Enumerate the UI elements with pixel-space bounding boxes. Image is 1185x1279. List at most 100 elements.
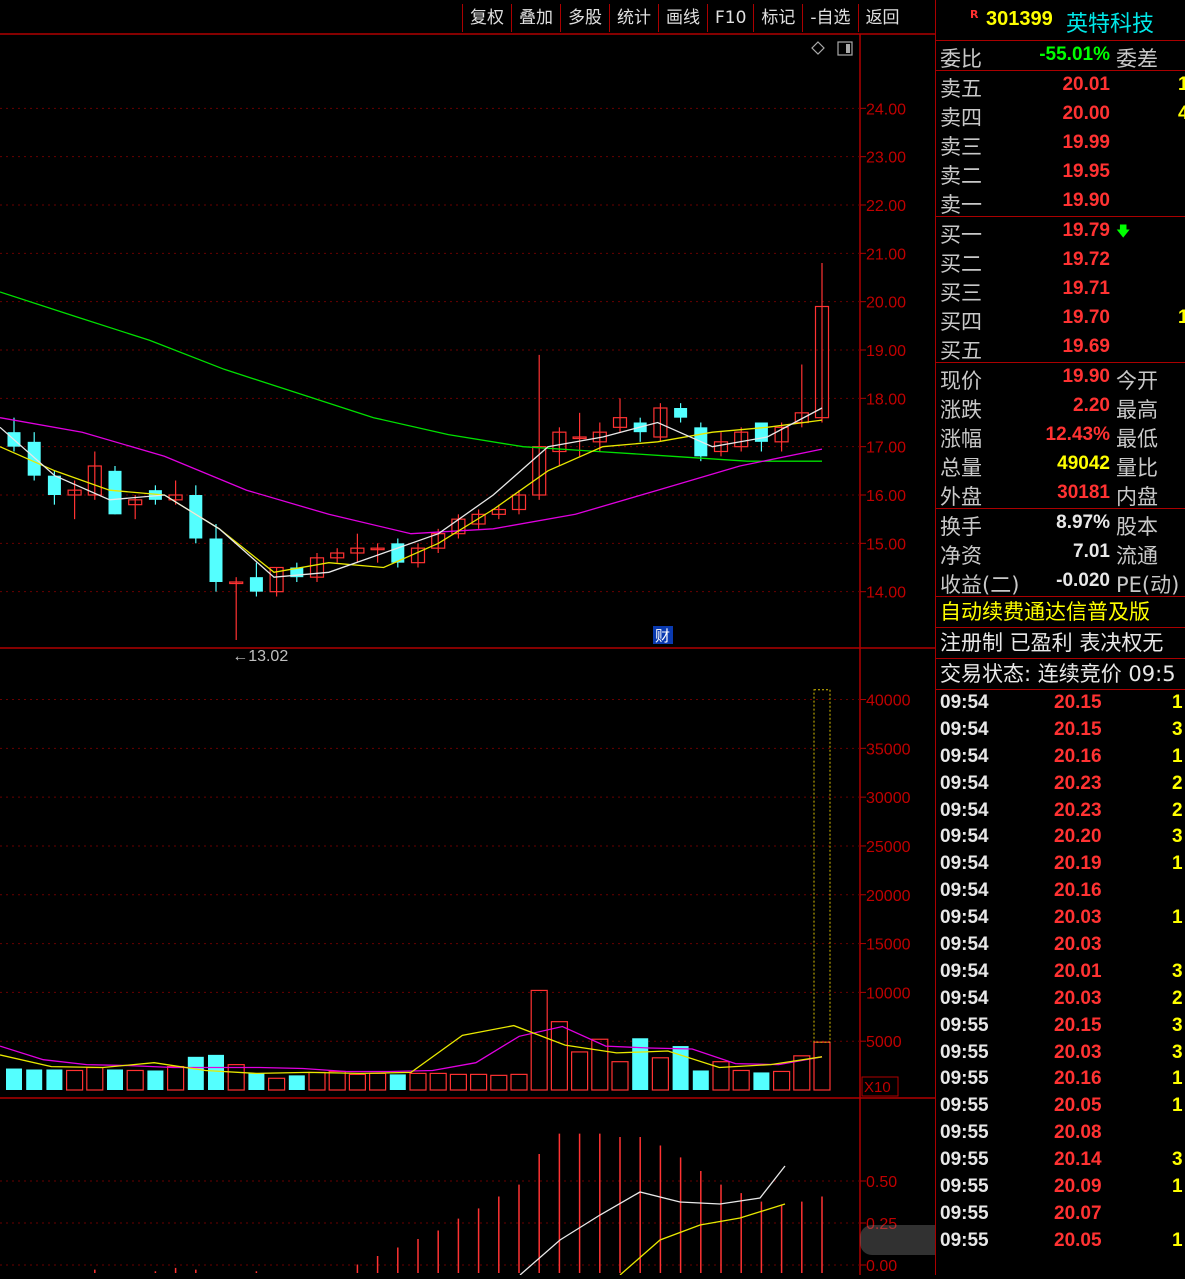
- volume-bar: [490, 1074, 508, 1091]
- tick-row: 09:55 20.08: [936, 1120, 1185, 1147]
- bid-row[interactable]: 买一 19.79 🡇: [936, 217, 1185, 247]
- tick-volume: 2: [1172, 799, 1183, 821]
- candle-body-down: [108, 470, 122, 515]
- tick-volume: 1: [1172, 853, 1183, 875]
- volume-bar: [248, 1073, 265, 1090]
- volume-bar: [65, 1069, 84, 1091]
- kline-chart[interactable]: 24.00 23.00 22.00 21.00 20.00 19.00 18.00 17.00…: [0, 0, 1120, 1276]
- level-price: 19.79: [1062, 220, 1110, 241]
- tick-price: 20.23: [1054, 799, 1102, 821]
- tick-price: 20.23: [1054, 772, 1102, 794]
- tick-price: 20.16: [1054, 1068, 1102, 1090]
- level-volume: 4: [1178, 103, 1185, 125]
- stat-label: 总量: [940, 456, 982, 480]
- toolbar-button-4[interactable]: 画线: [658, 4, 707, 32]
- volume-bar: [530, 989, 548, 1091]
- stat-value: 2.20: [1073, 395, 1110, 416]
- tick-row: 09:54 20.03: [936, 932, 1185, 959]
- tick-row: 09:54 20.16 1: [936, 744, 1185, 771]
- ask-row[interactable]: 卖三 19.99: [936, 129, 1185, 159]
- tick-row: 09:54 20.15 3: [936, 717, 1185, 744]
- toolbar-button-2[interactable]: 多股: [560, 4, 609, 32]
- volume-bar: [570, 1051, 589, 1091]
- tick-price: 20.03: [1054, 1041, 1102, 1063]
- stat-value: 49042: [1057, 453, 1110, 474]
- stock-name[interactable]: 英特科技: [1066, 6, 1154, 38]
- ratio-value: -55.01%: [1039, 44, 1110, 65]
- tick-row: 09:54 20.23 2: [936, 771, 1185, 798]
- tick-row: 09:54 20.20 3: [936, 824, 1185, 851]
- volume-bar: [550, 1021, 569, 1091]
- volume-bar: [510, 1073, 528, 1091]
- tick-list[interactable]: 09:54 20.15 1 09:54 20.15 3 09:54 20.16 1 09:54 20…: [936, 690, 1185, 1255]
- stock-tags: 注册制 已盈利 表决权无: [936, 628, 1185, 659]
- volume-bar: [86, 1066, 104, 1091]
- level-price: 19.72: [1062, 249, 1110, 270]
- tick-volume: 1: [1172, 1068, 1183, 1090]
- stat-value: 19.90: [1062, 366, 1110, 387]
- ask-row[interactable]: 卖一 19.90: [936, 187, 1185, 217]
- candle-body-down: [47, 475, 61, 495]
- stat-label: 收益(二): [940, 573, 1020, 597]
- volume-bar: [26, 1069, 43, 1090]
- tick-price: 20.07: [1054, 1202, 1102, 1224]
- volume-bar: [611, 1061, 629, 1091]
- level-label: 卖四: [940, 106, 982, 130]
- volume-bar: [632, 1038, 649, 1090]
- volume-bar: [227, 1064, 245, 1091]
- volume-bar: [692, 1070, 709, 1090]
- tick-row: 09:54 20.23 2: [936, 798, 1185, 825]
- tick-time: 09:54: [940, 718, 989, 740]
- bid-row[interactable]: 买五 19.69: [936, 333, 1185, 363]
- stock-code[interactable]: 301399: [986, 8, 1053, 31]
- volume-tick-label: 25000: [866, 839, 911, 856]
- toolbar-button-0[interactable]: 复权: [462, 4, 511, 32]
- toolbar-button-3[interactable]: 统计: [609, 4, 658, 32]
- volume-bar: [732, 1069, 750, 1091]
- tick-time: 09:55: [940, 1176, 989, 1198]
- tick-volume: 3: [1172, 718, 1183, 740]
- quote-panel: R 301399 英特科技 委比 -55.01% 委差 卖五20.011卖四20…: [935, 0, 1185, 1275]
- toolbar-button-5[interactable]: F10: [707, 4, 753, 32]
- volume-bar: [753, 1072, 770, 1090]
- tick-row: 09:54 20.16: [936, 878, 1185, 905]
- chart-area[interactable]: 24.00 23.00 22.00 21.00 20.00 19.00 18.00 17.00…: [0, 0, 1120, 1276]
- toolbar-button-6[interactable]: 标记: [753, 4, 802, 32]
- diamond-icon: [811, 41, 825, 55]
- ratio-label: 委比: [940, 47, 982, 71]
- tick-row: 09:55 20.15 3: [936, 1013, 1185, 1040]
- volume-bar: [328, 1070, 346, 1091]
- tick-time: 09:54: [940, 772, 989, 794]
- stat-label-2: 量比: [1116, 456, 1158, 480]
- toolbar-button-1[interactable]: 叠加: [511, 4, 560, 32]
- volume-tick-label: 30000: [866, 790, 911, 807]
- volume-tick-label: 15000: [866, 937, 911, 954]
- volume-tick-label: 35000: [866, 741, 911, 758]
- price-tick-label: 24.00: [866, 101, 906, 118]
- volume-bar: [772, 1070, 791, 1091]
- stat-row: 涨幅 12.43% 最低: [936, 421, 1185, 451]
- toolbar-button-8[interactable]: 返回: [857, 4, 907, 32]
- ask-row[interactable]: 卖五 20.01 1: [936, 71, 1185, 101]
- price-tick-label: 14.00: [866, 585, 906, 602]
- volume-tick-label: 10000: [866, 985, 911, 1002]
- market-badge: R: [970, 8, 979, 21]
- ask-row[interactable]: 卖四 20.00 4: [936, 100, 1185, 130]
- stat-label: 涨跌: [940, 398, 982, 422]
- volume-tick-label: 5000: [866, 1034, 902, 1051]
- stat-label: 外盘: [940, 485, 982, 509]
- volume-bar: [288, 1075, 305, 1090]
- volume-forecast-bar: [813, 689, 831, 1043]
- tick-price: 20.14: [1054, 1149, 1102, 1171]
- bid-row[interactable]: 买四 19.70 1: [936, 304, 1185, 334]
- tick-price: 20.09: [1054, 1176, 1102, 1198]
- macd-tick-label: 0.00: [866, 1258, 897, 1275]
- bid-row[interactable]: 买三 19.71: [936, 275, 1185, 305]
- tick-row: 09:55 20.09 1: [936, 1174, 1185, 1201]
- bid-row[interactable]: 买二 19.72: [936, 246, 1185, 276]
- promo-banner[interactable]: 自动续费通达信普及版: [936, 597, 1185, 628]
- tick-time: 09:54: [940, 960, 989, 982]
- toolbar-button-7[interactable]: -自选: [802, 4, 857, 32]
- ask-row[interactable]: 卖二 19.95: [936, 158, 1185, 188]
- level-price: 19.99: [1062, 132, 1110, 153]
